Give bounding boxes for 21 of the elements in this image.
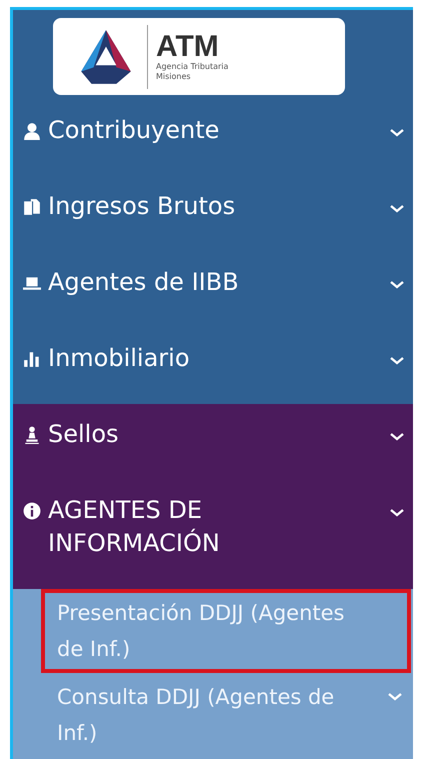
menu-item[interactable]: Inmobiliario xyxy=(13,328,413,404)
submenu-label: Presentación DDJJ (Agentes de Inf.) xyxy=(57,600,346,663)
menu-item[interactable]: AGENTES DE INFORMACIÓN xyxy=(13,480,413,589)
menu-label: Contribuyente xyxy=(48,115,220,146)
logo-title: ATM xyxy=(156,32,220,62)
stamp-icon xyxy=(23,426,41,444)
bar-chart-icon xyxy=(23,350,41,368)
info-icon xyxy=(23,502,41,520)
logo-subtitle: Agencia Tributaria Misiones xyxy=(156,62,228,82)
menu-item[interactable]: Sellos xyxy=(13,404,413,480)
menu-item[interactable]: Ingresos Brutos xyxy=(13,176,413,252)
menu-label: Inmobiliario xyxy=(48,343,191,374)
menu-label: Ingresos Brutos xyxy=(48,191,236,222)
menu-label: AGENTES DE INFORMACIÓN xyxy=(48,495,221,559)
submenu-label: Consulta DDJJ (Agentes de Inf.) xyxy=(57,684,336,747)
menu-label: Sellos xyxy=(48,419,120,450)
documents-icon xyxy=(23,198,41,216)
menu-item[interactable]: Agentes de IIBB xyxy=(13,252,413,328)
person-icon xyxy=(23,122,41,140)
menu-item[interactable]: Contribuyente xyxy=(13,100,413,176)
menu-label: Agentes de IIBB xyxy=(48,267,240,298)
